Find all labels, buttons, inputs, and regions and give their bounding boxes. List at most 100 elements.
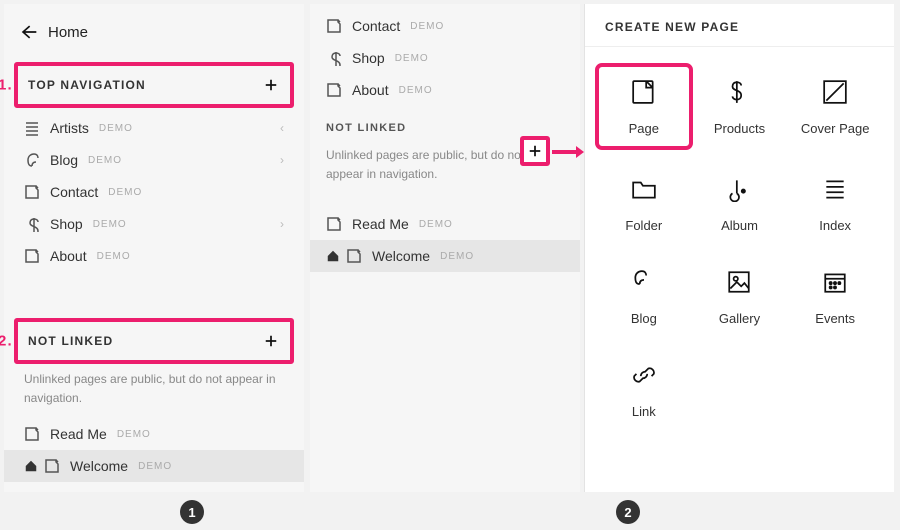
nav-item-shop[interactable]: Shop DEMO <box>310 42 580 74</box>
nav-item-artists[interactable]: Artists DEMO ‹ <box>4 112 304 144</box>
panel-mid: Contact DEMOShop DEMOAbout DEMO NOT LINK… <box>310 4 580 492</box>
nav-item-label: Shop <box>352 50 385 66</box>
demo-tag: DEMO <box>88 155 122 166</box>
lines-icon <box>24 120 40 136</box>
callout-2: 2. <box>0 333 13 350</box>
page-icon <box>346 248 362 264</box>
home-icon <box>24 459 38 473</box>
chevron-right-icon: › <box>280 153 284 167</box>
nav-item-label: Read Me <box>352 216 409 232</box>
nav-item-read-me[interactable]: Read Me DEMO <box>310 208 580 240</box>
section-not-linked: 2. NOT LINKED <box>14 318 294 364</box>
page-icon <box>24 248 40 264</box>
callout-1: 1. <box>0 77 13 94</box>
nav-item-read-me[interactable]: Read Me DEMO <box>4 418 304 450</box>
tile-label: Folder <box>625 218 662 233</box>
home-row[interactable]: Home <box>4 14 304 58</box>
page-icon <box>629 77 659 107</box>
tile-label: Index <box>819 218 851 233</box>
tile-blog[interactable]: Blog <box>599 257 689 332</box>
tile-link[interactable]: Link <box>599 350 689 425</box>
nav-item-label: Blog <box>50 152 78 168</box>
gallery-icon <box>724 267 754 297</box>
section-title: NOT LINKED <box>326 122 406 134</box>
demo-tag: DEMO <box>410 21 444 32</box>
nav-item-label: About <box>50 248 87 264</box>
nav-item-label: Contact <box>50 184 98 200</box>
tile-label: Gallery <box>719 311 760 326</box>
folder-icon <box>629 174 659 204</box>
tile-label: Products <box>714 121 765 136</box>
chevron-left-icon: ‹ <box>280 121 284 135</box>
home-icon <box>326 249 340 263</box>
create-new-page-title: CREATE NEW PAGE <box>585 4 894 47</box>
panel-left: Home 1. TOP NAVIGATION Artists DEMO ‹ Blog… <box>4 4 304 492</box>
demo-tag: DEMO <box>93 219 127 230</box>
nav-item-label: Contact <box>352 18 400 34</box>
nav-item-label: Welcome <box>70 458 128 474</box>
section-top-navigation: 1. TOP NAVIGATION <box>14 62 294 108</box>
add-top-nav-button[interactable] <box>262 76 280 94</box>
page-icon <box>326 216 342 232</box>
tile-page[interactable]: Page <box>599 67 689 146</box>
demo-tag: DEMO <box>138 461 172 472</box>
index-icon <box>820 174 850 204</box>
demo-tag: DEMO <box>395 53 429 64</box>
demo-tag: DEMO <box>117 429 151 440</box>
events-icon <box>820 267 850 297</box>
nav-item-label: Welcome <box>372 248 430 264</box>
tile-products[interactable]: Products <box>695 67 785 146</box>
cover-icon <box>820 77 850 107</box>
nav-item-label: Shop <box>50 216 83 232</box>
demo-tag: DEMO <box>419 219 453 230</box>
panel-create-new-page: CREATE NEW PAGE Page Products Cover Page Fo… <box>584 4 894 492</box>
add-not-linked-button[interactable] <box>262 332 280 350</box>
nav-item-contact[interactable]: Contact DEMO <box>310 10 580 42</box>
step-badge-2: 2 <box>616 500 640 524</box>
nav-item-about[interactable]: About DEMO <box>4 240 304 272</box>
arrow-back-icon <box>18 22 38 42</box>
add-not-linked-button[interactable] <box>520 136 550 166</box>
blog-icon <box>24 152 40 168</box>
nav-item-label: Read Me <box>50 426 107 442</box>
nav-item-label: Artists <box>50 120 89 136</box>
nav-item-about[interactable]: About DEMO <box>310 74 580 106</box>
nav-item-welcome[interactable]: Welcome DEMO <box>4 450 304 482</box>
page-icon <box>24 426 40 442</box>
plus-icon <box>528 144 542 158</box>
step-badge-1: 1 <box>180 500 204 524</box>
add-not-linked-highlight <box>520 136 550 166</box>
page-icon <box>326 82 342 98</box>
arrow-right-icon <box>552 144 586 160</box>
nav-item-welcome[interactable]: Welcome DEMO <box>310 240 580 272</box>
section-title: NOT LINKED <box>28 334 113 348</box>
tile-cover-page[interactable]: Cover Page <box>790 67 880 146</box>
tile-label: Link <box>632 404 656 419</box>
demo-tag: DEMO <box>399 85 433 96</box>
tile-label: Album <box>721 218 758 233</box>
album-icon <box>724 174 754 204</box>
page-icon <box>326 18 342 34</box>
nav-item-label: About <box>352 82 389 98</box>
dollar-icon <box>326 50 342 66</box>
tile-index[interactable]: Index <box>790 164 880 239</box>
tile-events[interactable]: Events <box>790 257 880 332</box>
section-title: TOP NAVIGATION <box>28 78 146 92</box>
tile-label: Events <box>815 311 855 326</box>
tile-album[interactable]: Album <box>695 164 785 239</box>
tile-folder[interactable]: Folder <box>599 164 689 239</box>
plus-icon <box>264 78 278 92</box>
nav-item-shop[interactable]: Shop DEMO › <box>4 208 304 240</box>
page-icon <box>24 184 40 200</box>
plus-icon <box>264 334 278 348</box>
chevron-right-icon: › <box>280 217 284 231</box>
demo-tag: DEMO <box>108 187 142 198</box>
demo-tag: DEMO <box>99 123 133 134</box>
tile-gallery[interactable]: Gallery <box>695 257 785 332</box>
nav-item-blog[interactable]: Blog DEMO › <box>4 144 304 176</box>
tile-label: Blog <box>631 311 657 326</box>
dollar-icon <box>24 216 40 232</box>
demo-tag: DEMO <box>440 251 474 262</box>
nav-item-contact[interactable]: Contact DEMO <box>4 176 304 208</box>
page-icon <box>44 458 60 474</box>
